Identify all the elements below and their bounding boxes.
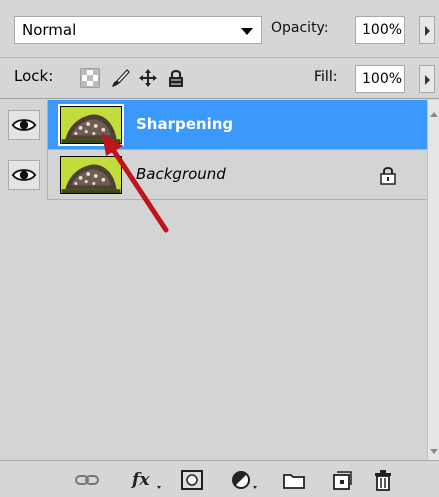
svg-text:fx: fx [131,470,150,490]
group-folder-icon[interactable] [282,469,306,491]
lock-image-pixels-brush-icon[interactable] [110,68,130,88]
layer-row-sharpening[interactable]: Sharpening [0,100,427,150]
trash-icon[interactable] [372,469,394,491]
new-layer-icon[interactable] [331,469,353,491]
lock-position-move-icon[interactable] [138,68,158,88]
lock-all-icon[interactable] [166,68,186,88]
link-icon[interactable] [74,469,100,491]
lock-icon [380,167,396,185]
layer-name[interactable]: Sharpening [136,115,233,133]
layers-panel-footer: fx [0,460,439,497]
lock-transparent-pixels-icon[interactable] [80,68,100,88]
blend-mode-value: Normal [22,21,77,39]
fill-input[interactable]: 100% [355,65,405,93]
lock-label: Lock: [14,67,54,85]
scroll-down-icon[interactable] [430,449,438,454]
fill-label: Fill: [314,69,338,85]
eye-icon[interactable] [8,110,40,140]
adjustment-layer-icon[interactable] [229,469,261,491]
layer-mask-icon[interactable] [180,469,204,491]
chevron-down-icon [241,28,253,35]
layer-name[interactable]: Background [136,165,226,183]
opacity-label: Opacity: [271,20,329,36]
layers-list: Sharpening Background [0,100,427,460]
layer-thumbnail [58,104,124,146]
fx-icon[interactable]: fx [130,469,164,491]
layer-row-background[interactable]: Background [0,150,427,200]
fill-slider-button[interactable] [419,65,435,93]
eye-icon[interactable] [8,160,40,190]
layer-thumbnail [60,156,122,194]
visibility-cell[interactable] [0,100,48,150]
opacity-input[interactable]: 100% [355,16,405,44]
opacity-slider-button[interactable] [419,16,435,44]
layers-scrollbar[interactable] [427,100,439,460]
layers-panel-toolbar: Normal Opacity: 100% [0,0,439,58]
lock-row: Lock: Fill: 100% [0,59,439,99]
visibility-cell[interactable] [0,150,48,200]
scroll-up-icon[interactable] [430,112,438,117]
blend-mode-select[interactable]: Normal [14,16,262,44]
